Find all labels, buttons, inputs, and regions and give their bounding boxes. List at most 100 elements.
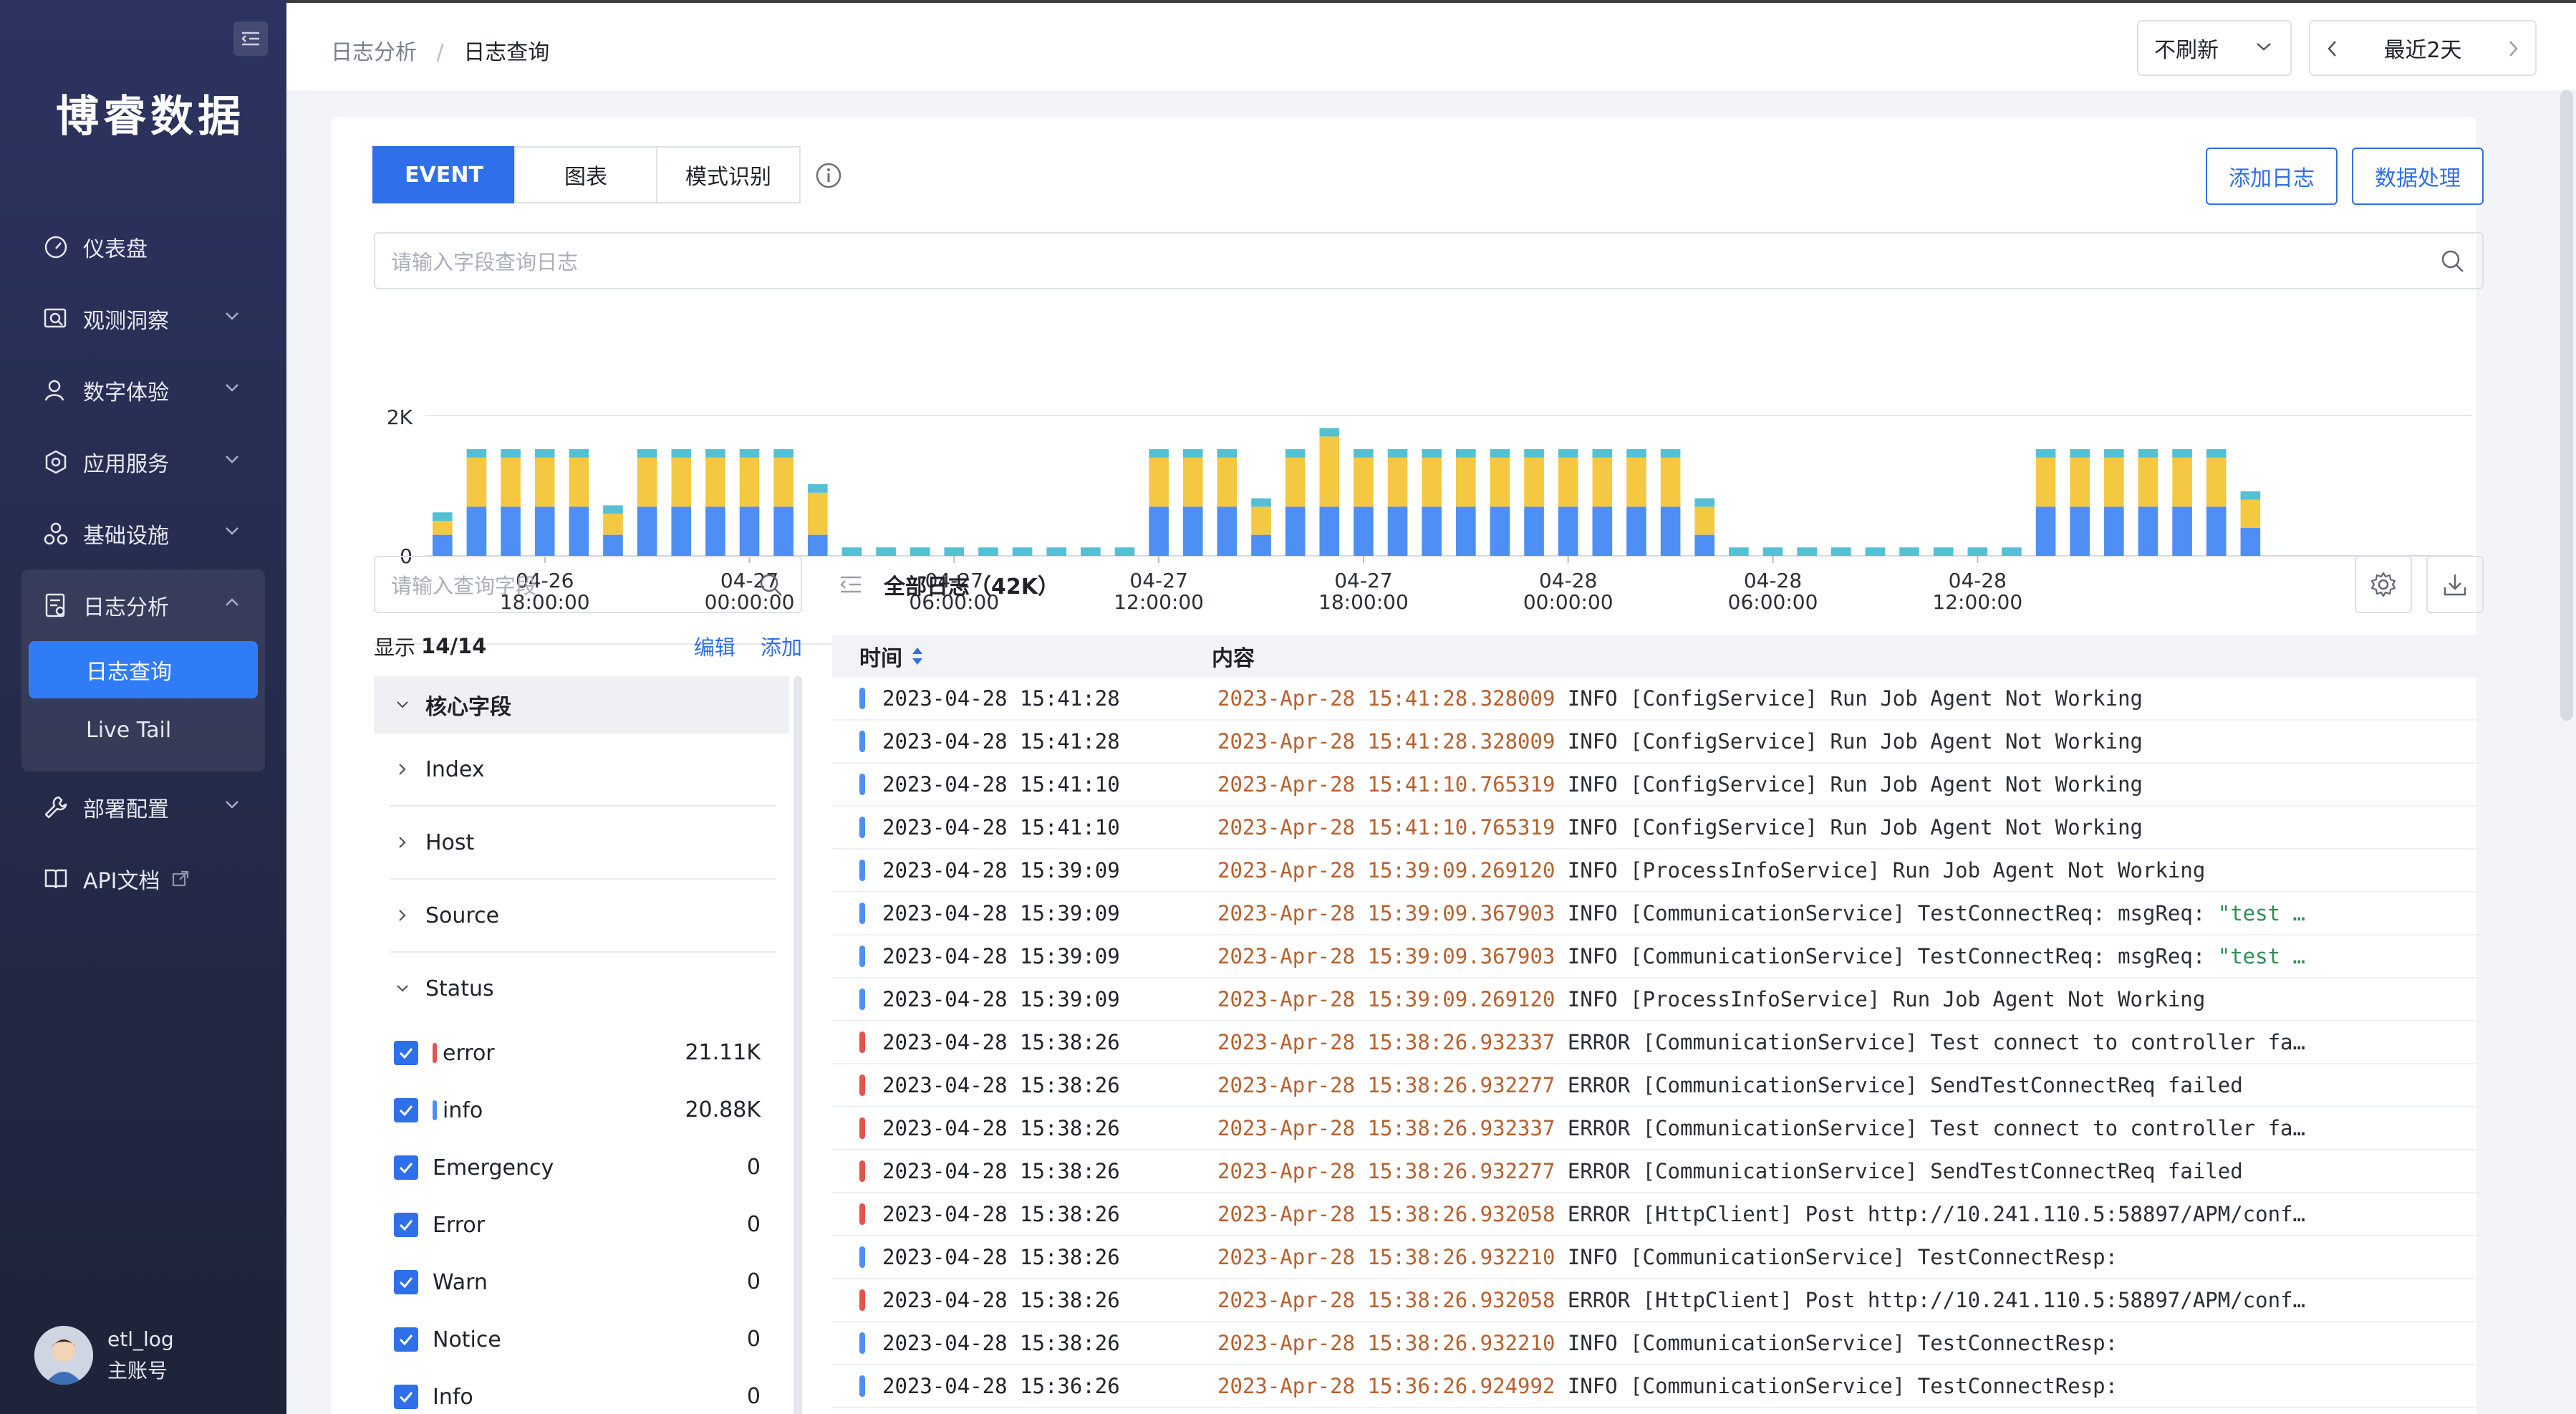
chart-bar-segment[interactable] <box>1797 547 1817 556</box>
chart-bar-segment[interactable] <box>1524 457 1544 507</box>
checkbox-checked[interactable] <box>394 1155 418 1180</box>
chart-bar-segment[interactable] <box>944 547 965 556</box>
chart-bar-segment[interactable] <box>637 457 657 507</box>
log-row[interactable]: 2023-04-28 15:38:26 2023-Apr-28 15:38:26.… <box>832 1279 2484 1322</box>
chart-bar-segment[interactable] <box>569 457 589 507</box>
chart-bar-segment[interactable] <box>1626 457 1646 507</box>
status-filter-error-level[interactable]: Error 0 <box>374 1196 789 1254</box>
chart-bar-segment[interactable] <box>739 506 760 556</box>
chart-bar-segment[interactable] <box>773 506 793 556</box>
log-row[interactable]: 2023-04-28 15:38:26 2023-Apr-28 15:38:26.… <box>832 1236 2484 1279</box>
chart-bar-segment[interactable] <box>773 457 793 507</box>
chart-bar-segment[interactable] <box>1387 457 1408 507</box>
chart-bar-segment[interactable] <box>2138 449 2158 458</box>
chart-bar-segment[interactable] <box>1251 498 1271 507</box>
sidebar-item-api-docs[interactable]: API文档 <box>21 843 265 915</box>
chart-bar-segment[interactable] <box>1354 457 1374 507</box>
chart-bar-segment[interactable] <box>433 512 453 521</box>
chart-bar-segment[interactable] <box>637 449 657 458</box>
log-row[interactable]: 2023-04-28 15:41:28 2023-Apr-28 15:41:28.… <box>832 678 2484 721</box>
chart-bar-segment[interactable] <box>1149 457 1169 507</box>
chart-bar-segment[interactable] <box>2035 449 2056 458</box>
chart-bar-segment[interactable] <box>2070 457 2090 507</box>
chart-bar-segment[interactable] <box>603 534 623 556</box>
chart-bar-segment[interactable] <box>671 457 692 507</box>
chart-bar-segment[interactable] <box>2206 457 2227 507</box>
chart-bar-segment[interactable] <box>501 457 521 507</box>
chart-bar-segment[interactable] <box>1149 449 1169 458</box>
chart-bar-segment[interactable] <box>671 449 692 458</box>
chart-bar-segment[interactable] <box>1592 449 1613 458</box>
chart-bar-segment[interactable] <box>1694 534 1715 556</box>
log-row[interactable]: 2023-04-28 15:36:26 2023-Apr-28 15:36:26.… <box>832 1365 2484 1408</box>
chart-bar-segment[interactable] <box>1149 506 1169 556</box>
sidebar-item-dashboard[interactable]: 仪表盘 <box>21 211 265 283</box>
chart-bar-segment[interactable] <box>1319 506 1340 556</box>
sidebar-item-app-service[interactable]: 应用服务 <box>21 426 265 498</box>
chart-bar-segment[interactable] <box>1319 428 1340 437</box>
chart-bar-segment[interactable] <box>2172 449 2192 458</box>
data-process-button[interactable]: 数据处理 <box>2352 148 2484 205</box>
chart-bar-segment[interactable] <box>1081 547 1101 556</box>
log-row[interactable]: 2023-04-28 15:41:10 2023-Apr-28 15:41:10.… <box>832 764 2484 807</box>
chart-bar-segment[interactable] <box>569 449 589 458</box>
download-button[interactable] <box>2426 556 2484 613</box>
chart-bar-segment[interactable] <box>466 506 487 556</box>
chart-bar-segment[interactable] <box>739 449 760 458</box>
page-scrollbar[interactable] <box>2560 90 2573 721</box>
sidebar-item-digital-experience[interactable]: 数字体验 <box>21 355 265 426</box>
chart-bar-segment[interactable] <box>534 506 555 556</box>
collapse-sidebar-button[interactable] <box>233 21 268 56</box>
chart-bar-segment[interactable] <box>534 449 555 458</box>
chart-bar-segment[interactable] <box>1319 436 1340 507</box>
search-icon[interactable] <box>2439 248 2466 275</box>
chart-bar-segment[interactable] <box>1285 449 1306 458</box>
log-row[interactable]: 2023-04-28 15:39:09 2023-Apr-28 15:39:09.… <box>832 978 2484 1021</box>
chart-bar-segment[interactable] <box>1217 457 1238 507</box>
status-filter-info[interactable]: info 20.88K <box>374 1082 789 1139</box>
chart-bar-segment[interactable] <box>1660 449 1681 458</box>
chart-bar-segment[interactable] <box>466 457 487 507</box>
tab-pattern[interactable]: 模式识别 <box>656 146 801 203</box>
chart-bar-segment[interactable] <box>2104 506 2124 556</box>
chart-bar-segment[interactable] <box>637 506 657 556</box>
chevron-left-icon[interactable] <box>2326 39 2339 59</box>
chart-bar-segment[interactable] <box>807 484 828 493</box>
chart-bar-segment[interactable] <box>1524 449 1544 458</box>
log-row[interactable]: 2023-04-28 15:38:26 2023-Apr-28 15:38:26.… <box>832 1150 2484 1193</box>
search-icon[interactable] <box>758 572 785 599</box>
time-range-picker[interactable]: 最近2天 <box>2309 20 2537 76</box>
chart-bar-segment[interactable] <box>1660 457 1681 507</box>
log-row[interactable]: 2023-04-28 15:38:26 2023-Apr-28 15:38:26.… <box>832 1322 2484 1365</box>
tab-event[interactable]: EVENT <box>372 146 516 203</box>
log-row[interactable]: 2023-04-28 15:41:10 2023-Apr-28 15:41:10.… <box>832 807 2484 850</box>
chart-bar-segment[interactable] <box>1694 498 1715 507</box>
field-list-scrollbar[interactable] <box>793 676 802 1414</box>
chart-bar-segment[interactable] <box>1660 506 1681 556</box>
chart-bar-segment[interactable] <box>1592 506 1613 556</box>
status-filter-notice[interactable]: Notice 0 <box>374 1311 789 1368</box>
sidebar-item-log-analysis[interactable]: 日志分析 <box>21 569 265 641</box>
refresh-select[interactable]: 不刷新 <box>2137 20 2292 76</box>
chart-bar-segment[interactable] <box>1387 506 1408 556</box>
chart-bar-segment[interactable] <box>534 457 555 507</box>
chart-bar-segment[interactable] <box>1830 547 1851 556</box>
log-row[interactable]: 2023-04-28 15:38:26 2023-Apr-28 15:38:26.… <box>832 1064 2484 1107</box>
checkbox-checked[interactable] <box>394 1041 418 1065</box>
chevron-right-icon[interactable] <box>2507 39 2519 59</box>
sidebar-subitem-log-query[interactable]: 日志查询 <box>29 641 258 698</box>
column-time[interactable]: 时间 <box>832 640 1212 672</box>
chart-bar-segment[interactable] <box>603 514 623 535</box>
chart-bar-segment[interactable] <box>1217 449 1238 458</box>
chart-bar-segment[interactable] <box>773 449 793 458</box>
chart-bar-segment[interactable] <box>1626 506 1646 556</box>
chart-bar-segment[interactable] <box>841 547 862 556</box>
chart-bar-segment[interactable] <box>978 547 998 556</box>
chart-bar-segment[interactable] <box>2070 506 2090 556</box>
chart-bar-segment[interactable] <box>1490 506 1510 556</box>
chart-bar-segment[interactable] <box>1865 547 1886 556</box>
chart-bar-segment[interactable] <box>1354 449 1374 458</box>
chart-bar-segment[interactable] <box>1182 449 1203 458</box>
chart-bar-segment[interactable] <box>1456 449 1476 458</box>
menu-fold-icon[interactable] <box>839 574 864 595</box>
